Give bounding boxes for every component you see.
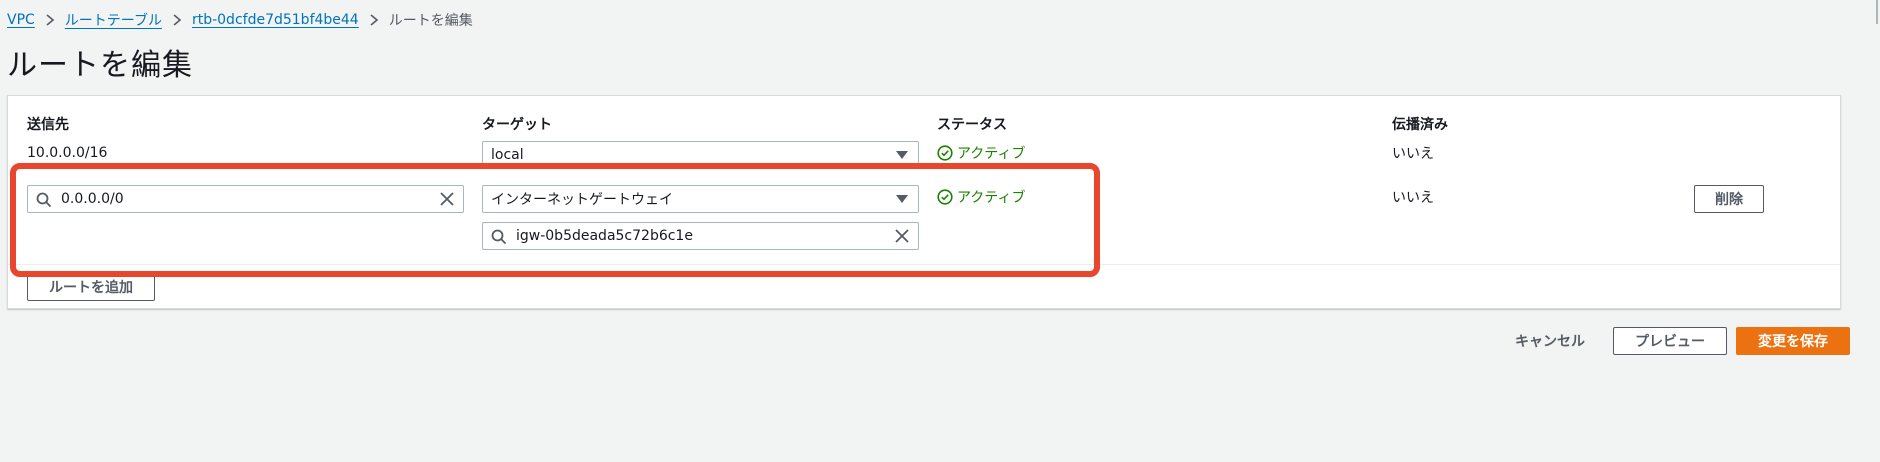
check-circle-icon: [937, 145, 953, 161]
page: VPC ルートテーブル rtb-0dcfde7d51bf4be44 ルートを編集…: [0, 0, 1880, 462]
header-status: ステータス: [937, 117, 1007, 133]
target-select-value: local: [491, 147, 524, 163]
window-edge: [1876, 0, 1880, 24]
header-propagated: 伝播済み: [1392, 117, 1448, 133]
row-propagated: いいえ: [1392, 190, 1434, 206]
breadcrumb-current: ルートを編集: [388, 13, 473, 29]
save-changes-button[interactable]: 変更を保存: [1736, 327, 1850, 355]
status-badge: アクティブ: [937, 143, 1025, 163]
chevron-right-icon: [35, 12, 65, 28]
chevron-right-icon: [359, 12, 389, 28]
breadcrumb: VPC ルートテーブル rtb-0dcfde7d51bf4be44 ルートを編集: [7, 9, 473, 31]
highlight-box: [10, 163, 1100, 277]
breadcrumb-vpc-link[interactable]: VPC: [7, 12, 35, 28]
header-destination: 送信先: [27, 117, 69, 133]
chevron-right-icon: [162, 12, 192, 28]
caret-down-icon: [896, 151, 908, 159]
status-text: アクティブ: [957, 146, 1026, 162]
row-destination: 10.0.0.0/16: [27, 145, 108, 161]
header-target: ターゲット: [482, 117, 552, 133]
remove-route-button[interactable]: 削除: [1694, 185, 1764, 213]
add-route-button[interactable]: ルートを追加: [27, 273, 155, 301]
breadcrumb-route-tables-link[interactable]: ルートテーブル: [65, 10, 162, 30]
page-title: ルートを編集: [7, 48, 193, 83]
cancel-button[interactable]: キャンセル: [1500, 327, 1600, 355]
breadcrumb-rtb-link[interactable]: rtb-0dcfde7d51bf4be44: [192, 12, 359, 28]
row-propagated: いいえ: [1392, 146, 1434, 162]
preview-button[interactable]: プレビュー: [1613, 327, 1727, 355]
